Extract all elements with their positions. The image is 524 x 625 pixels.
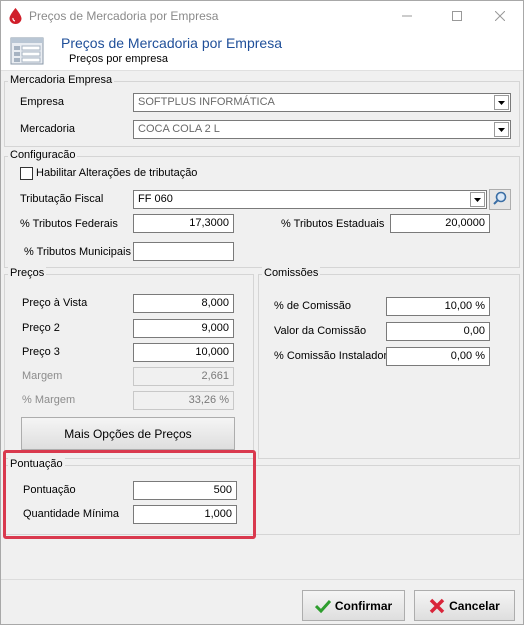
comissao-instalador-label: % Comissão Instalador [274, 350, 388, 362]
search-icon [493, 191, 507, 208]
tributos-federais-label: % Tributos Federais [20, 218, 118, 230]
tributos-municipais-input[interactable] [133, 242, 234, 261]
mais-opcoes-precos-button[interactable]: Mais Opções de Preços [21, 417, 235, 450]
form-icon [10, 36, 44, 66]
tributacao-value: FF 060 [138, 193, 173, 205]
group-precos-legend: Preços [8, 267, 47, 279]
close-icon[interactable] [477, 1, 523, 31]
pct-margem-input: 33,26 % [133, 391, 234, 410]
mercadoria-combo[interactable]: COCA COLA 2 L [133, 120, 511, 139]
dropdown-arrow-icon[interactable] [470, 192, 485, 207]
preco-2-input[interactable]: 9,000 [133, 319, 234, 338]
dropdown-arrow-icon[interactable] [494, 95, 509, 110]
empresa-value: SOFTPLUS INFORMÁTICA [138, 96, 275, 108]
tributos-federais-input[interactable]: 17,3000 [133, 214, 234, 233]
mercadoria-value: COCA COLA 2 L [138, 123, 220, 135]
cancel-x-icon [429, 598, 445, 614]
margem-input: 2,661 [133, 367, 234, 386]
group-mercadoria-empresa-legend: Mercadoria Empresa [8, 74, 115, 86]
window-title: Preços de Mercadoria por Empresa [29, 9, 219, 23]
search-button[interactable] [489, 189, 511, 210]
pct-comissao-label: % de Comissão [274, 300, 352, 312]
tributos-municipais-label: % Tributos Municipais [24, 246, 131, 258]
valor-comissao-input[interactable]: 0,00 [386, 322, 490, 341]
confirmar-button[interactable]: Confirmar [302, 590, 405, 621]
preco-2-label: Preço 2 [22, 322, 60, 334]
form-header: Preços de Mercadoria por Empresa Preços … [1, 31, 523, 71]
check-icon [314, 599, 331, 613]
maximize-icon[interactable] [434, 1, 480, 31]
page-subtitle: Preços por empresa [69, 53, 169, 65]
preco-vista-label: Preço à Vista [22, 297, 88, 309]
footer-divider [1, 579, 523, 580]
habilitar-label[interactable]: Habilitar Alterações de tributação [36, 167, 197, 179]
tributacao-combo[interactable]: FF 060 [133, 190, 487, 209]
comissao-instalador-input[interactable]: 0,00 % [386, 347, 490, 366]
pontuacao-highlight-box [3, 450, 256, 539]
pct-comissao-input[interactable]: 10,00 % [386, 297, 490, 316]
preco-3-input[interactable]: 10,000 [133, 343, 234, 362]
minimize-icon[interactable] [384, 1, 430, 31]
window: Preços de Mercadoria por Empresa Preços … [0, 0, 524, 625]
dropdown-arrow-icon[interactable] [494, 122, 509, 137]
group-configuracao-legend: Configuracão [8, 149, 78, 161]
title-bar: Preços de Mercadoria por Empresa [1, 1, 523, 31]
app-drop-icon [9, 8, 22, 24]
tributos-estaduais-input[interactable]: 20,0000 [390, 214, 490, 233]
empresa-label: Empresa [20, 96, 65, 108]
mercadoria-label: Mercadoria [20, 123, 76, 135]
tributacao-label: Tributação Fiscal [20, 193, 104, 205]
margem-label: Margem [22, 370, 63, 382]
valor-comissao-label: Valor da Comissão [274, 325, 367, 337]
mais-opcoes-label: Mais Opções de Preços [64, 426, 192, 441]
preco-vista-input[interactable]: 8,000 [133, 294, 234, 313]
cancelar-label: Cancelar [449, 598, 500, 613]
preco-3-label: Preço 3 [22, 346, 60, 358]
pct-margem-label: % Margem [22, 394, 76, 406]
group-comissoes-legend: Comissões [262, 267, 321, 279]
habilitar-checkbox[interactable] [20, 167, 33, 180]
page-title: Preços de Mercadoria por Empresa [61, 35, 282, 51]
tributos-estaduais-label: % Tributos Estaduais [281, 218, 385, 230]
empresa-combo[interactable]: SOFTPLUS INFORMÁTICA [133, 93, 511, 112]
confirmar-label: Confirmar [334, 598, 393, 613]
cancelar-button[interactable]: Cancelar [414, 590, 515, 621]
